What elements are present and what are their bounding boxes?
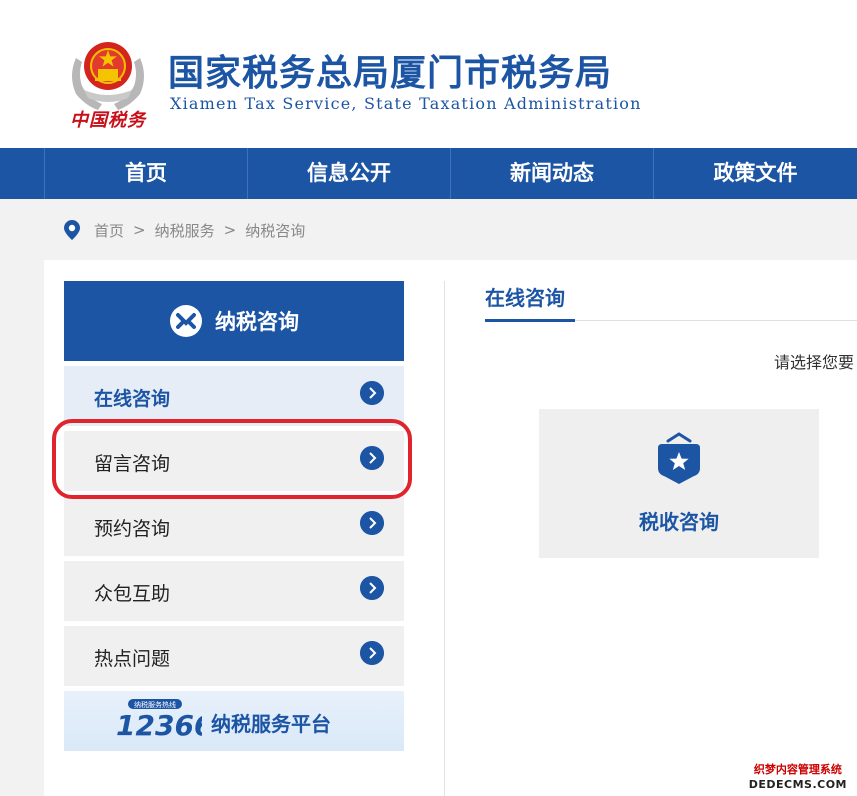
logo-text: 12366 <box>116 709 202 742</box>
breadcrumb-tax-consult[interactable]: 纳税咨询 <box>245 220 305 241</box>
tax-service-platform-banner[interactable]: 纳税服务热线 12366 纳税服务平台 <box>64 691 404 751</box>
star-shield-icon <box>658 432 700 484</box>
sidebar-item-online-consult[interactable]: 在线咨询 <box>64 366 404 426</box>
tax-consult-card[interactable]: 税收咨询 <box>539 409 819 558</box>
highlight-annotation <box>52 419 412 499</box>
nav-item-home[interactable]: 首页 <box>44 148 247 199</box>
sidebar-item-label: 在线咨询 <box>94 388 171 410</box>
watermark-line1: 织梦内容管理系统 <box>753 763 842 776</box>
site-title: 国家税务总局厦门市税务局 <box>168 53 613 94</box>
breadcrumb-tax-service[interactable]: 纳税服务 <box>155 220 215 241</box>
sidebar-heading-label: 纳税咨询 <box>215 310 299 334</box>
banner-label: 纳税服务平台 <box>211 712 331 736</box>
card-label: 税收咨询 <box>639 510 719 534</box>
sidebar-item-label: 预约咨询 <box>94 518 171 540</box>
site-header: 中国税务 国家税务总局厦门市税务局 Xiamen Tax Service, St… <box>0 0 857 148</box>
sidebar-item-label: 热点问题 <box>94 648 171 670</box>
tab-online-consult[interactable]: 在线咨询 <box>485 282 575 322</box>
main-nav: 首页 信息公开 新闻动态 政策文件 <box>0 148 857 199</box>
content-panel: 纳税咨询 在线咨询 留言咨询 预约咨询 众包互助 热点问题 纳税服务热线 123… <box>44 260 857 796</box>
column-divider <box>444 281 445 796</box>
watermark: 织梦内容管理系统 DEDECMS.COM <box>749 762 847 792</box>
sidebar-heading: 纳税咨询 <box>64 281 404 361</box>
breadcrumb: 首页 > 纳税服务 > 纳税咨询 <box>64 218 305 242</box>
sidebar-item-hot-questions[interactable]: 热点问题 <box>64 626 404 686</box>
nav-item-info-disclosure[interactable]: 信息公开 <box>247 148 450 199</box>
sidebar-item-label: 众包互助 <box>94 583 171 605</box>
sidebar-item-appointment-consult[interactable]: 预约咨询 <box>64 496 404 556</box>
chevron-right-icon <box>360 381 384 405</box>
chevron-right-icon <box>360 511 384 535</box>
consult-logo-icon <box>170 305 202 337</box>
nav-item-policy-docs[interactable]: 政策文件 <box>653 148 857 199</box>
breadcrumb-separator: > <box>223 221 237 239</box>
breadcrumb-home[interactable]: 首页 <box>94 220 124 241</box>
hotline-12366-logo-icon: 纳税服务热线 12366 <box>116 699 202 742</box>
logo-caption: 纳税服务热线 <box>134 700 176 709</box>
site-subtitle: Xiamen Tax Service, State Taxation Admin… <box>170 94 642 113</box>
chevron-right-icon <box>360 576 384 600</box>
chevron-right-icon <box>360 641 384 665</box>
emblem-caption: 中国税务 <box>70 110 146 131</box>
nav-item-news[interactable]: 新闻动态 <box>450 148 653 199</box>
location-pin-icon <box>64 220 80 240</box>
breadcrumb-separator: > <box>133 221 146 239</box>
watermark-line2: DEDECMS.COM <box>748 778 847 791</box>
selection-prompt: 请选择您要 <box>774 353 855 372</box>
sidebar-item-crowd-help[interactable]: 众包互助 <box>64 561 404 621</box>
